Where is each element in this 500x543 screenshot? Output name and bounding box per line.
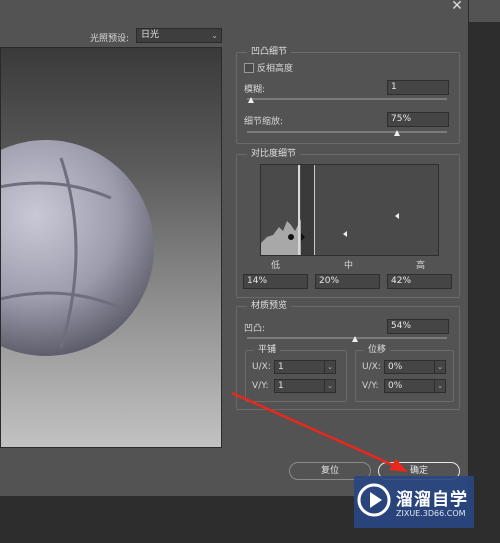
- close-icon[interactable]: ✕: [446, 0, 468, 15]
- bump-detail-title: 凹凸细节: [247, 46, 292, 58]
- contrast-histogram[interactable]: [260, 164, 439, 256]
- watermark-url: ZIXUE.3D66.COM: [396, 509, 466, 518]
- blur-label: 模糊:: [244, 85, 266, 95]
- watermark-title: 溜溜自学: [396, 490, 468, 510]
- high-label: 高: [416, 261, 426, 271]
- detail-scale-slider-track[interactable]: [247, 131, 447, 133]
- tile-vy-label: V/Y:: [252, 381, 269, 391]
- tile-subgroup: 平铺 U/X: 1 ⌄ V/Y: 1 ⌄: [245, 344, 347, 402]
- offset-vy-label: V/Y:: [362, 381, 379, 391]
- bump-field[interactable]: 54%: [387, 319, 449, 334]
- offset-ux-select[interactable]: 0% ⌄: [384, 360, 446, 374]
- watermark-badge: 溜溜自学 ZIXUE.3D66.COM: [354, 476, 474, 528]
- tile-vy-select[interactable]: 1 ⌄: [274, 379, 336, 393]
- histogram-graph: [261, 165, 399, 255]
- detail-scale-slider-knob[interactable]: [394, 130, 400, 136]
- blur-field[interactable]: 1: [387, 80, 449, 95]
- contrast-detail-title: 对比度细节: [247, 148, 301, 160]
- offset-subgroup: 位移 U/X: 0% ⌄ V/Y: 0% ⌄: [355, 344, 454, 402]
- detail-scale-label: 细节缩放:: [244, 117, 284, 127]
- offset-vy-value: 0%: [388, 381, 403, 391]
- chevron-down-icon: ⌄: [434, 380, 445, 392]
- high-field[interactable]: 42%: [387, 274, 452, 289]
- tile-ux-label: U/X:: [252, 362, 271, 372]
- 3d-preview-viewport[interactable]: [0, 47, 222, 448]
- bump-detail-group: 凹凸细节 反相高度 模糊: 1 细节缩放: 75%: [236, 46, 460, 144]
- bump-slider-knob[interactable]: [352, 336, 358, 342]
- offset-title: 位移: [364, 344, 391, 356]
- lighting-preset-label: 光照预设:: [90, 34, 130, 44]
- invert-height-label: 反相高度: [257, 64, 294, 74]
- chevron-down-icon: ⌄: [434, 361, 445, 373]
- offset-vy-select[interactable]: 0% ⌄: [384, 379, 446, 393]
- lighting-preset-select[interactable]: 日光 ⌄: [136, 28, 222, 43]
- low-label: 低: [271, 261, 281, 271]
- lighting-preset-value: 日光: [141, 30, 160, 40]
- tile-vy-value: 1: [278, 381, 284, 391]
- tile-title: 平铺: [254, 344, 281, 356]
- material-preview-title: 材质预览: [247, 300, 292, 312]
- bump-slider-track[interactable]: [247, 337, 447, 339]
- tile-ux-value: 1: [278, 362, 284, 372]
- watermark-logo: [357, 483, 391, 517]
- sphere-preview-image: [1, 140, 154, 356]
- material-preview-group: 材质预览 凹凸: 54% 平铺 U/X: 1 ⌄ V/Y: 1 ⌄ 位移 U/X…: [236, 300, 460, 410]
- chevron-down-icon: ⌄: [324, 361, 335, 373]
- chevron-down-icon: ⌄: [324, 380, 335, 392]
- mid-field[interactable]: 20%: [315, 274, 380, 289]
- mid-label: 中: [344, 261, 354, 271]
- offset-ux-label: U/X:: [362, 362, 381, 372]
- blur-slider-track[interactable]: [247, 98, 447, 100]
- chevron-down-icon: ⌄: [211, 31, 218, 40]
- blur-slider-knob[interactable]: [248, 97, 254, 103]
- tile-ux-select[interactable]: 1 ⌄: [274, 360, 336, 374]
- bump-label: 凹凸:: [244, 324, 266, 334]
- invert-height-checkbox[interactable]: [244, 63, 254, 73]
- offset-ux-value: 0%: [388, 362, 403, 372]
- generate-normal-map-dialog: ✕ 光照预设: 日光 ⌄ 凹凸细节 反相高度 模糊: 1 细节缩放: 75% 对…: [0, 0, 469, 496]
- low-field[interactable]: 14%: [243, 274, 308, 289]
- detail-scale-field[interactable]: 75%: [387, 112, 449, 127]
